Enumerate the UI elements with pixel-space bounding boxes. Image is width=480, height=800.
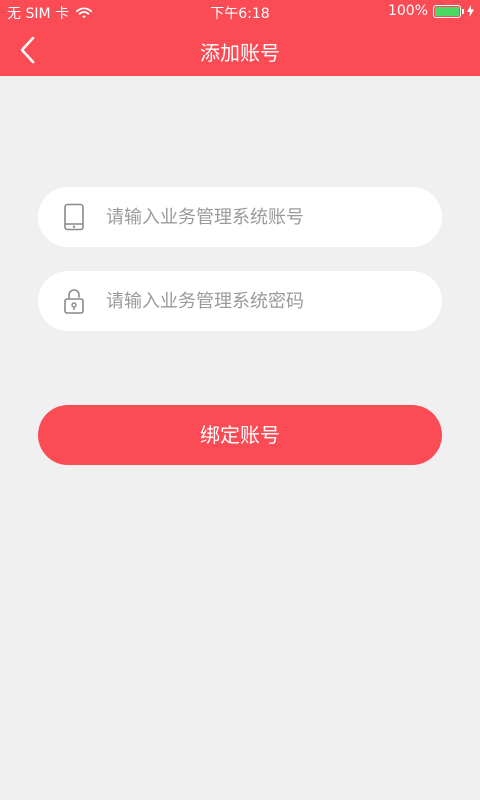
charging-icon [467,5,474,17]
tablet-icon [62,203,86,231]
page-title: 添加账号 [200,41,280,65]
lock-icon [62,287,86,315]
status-right: 100% [388,3,474,19]
password-input[interactable] [106,271,426,331]
bind-account-button[interactable]: 绑定账号 [38,405,442,465]
nav-bar: 添加账号 [0,24,480,76]
account-input[interactable] [106,187,426,247]
status-bar: 无 SIM 卡 下午6:18 100% [0,0,480,24]
header: 无 SIM 卡 下午6:18 100% 添加账号 [0,0,480,76]
battery-tip [462,8,464,14]
password-field[interactable] [38,271,442,331]
account-field[interactable] [38,187,442,247]
battery-percent: 100% [387,3,428,19]
battery-level-fill [435,6,459,16]
battery-icon [433,4,461,18]
